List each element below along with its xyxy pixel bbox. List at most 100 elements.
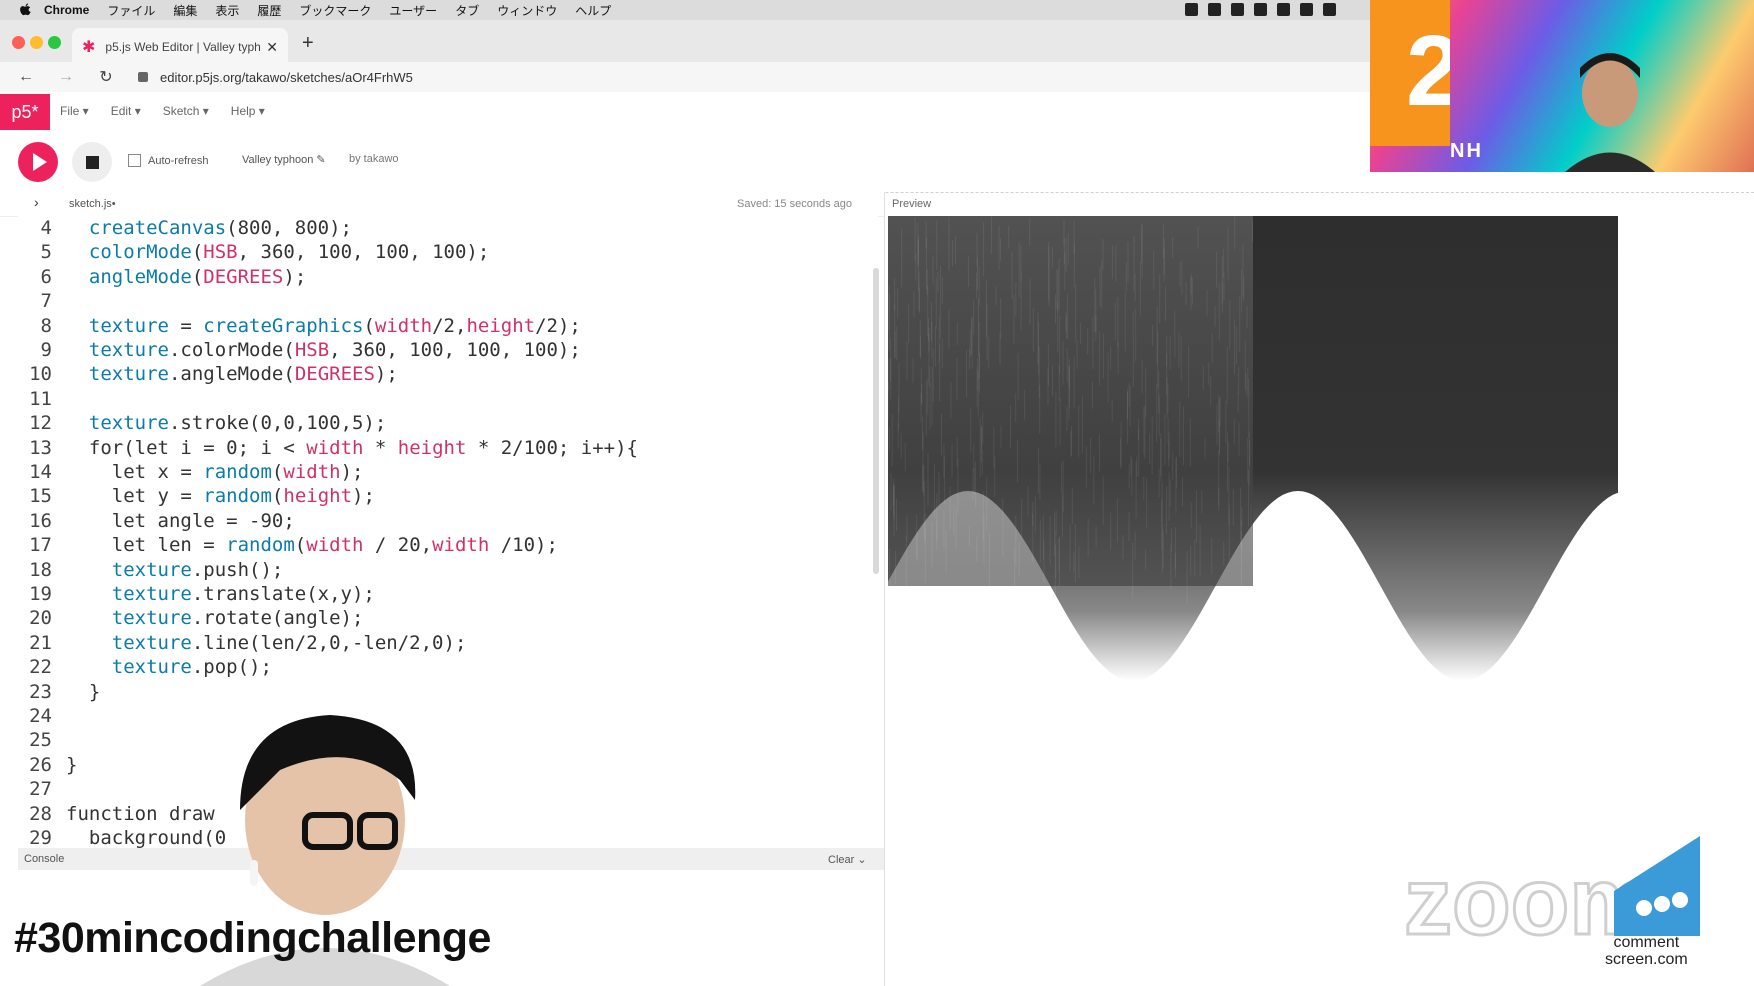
saved-status: Saved: 15 seconds ago <box>737 198 852 210</box>
arrow-icon[interactable] <box>1323 3 1336 16</box>
code-token: createGraphics <box>203 314 364 337</box>
code-token: .pop(); <box>191 656 272 679</box>
code-text: texture.rotate(angle); <box>66 606 364 630</box>
p5-menu-sketch[interactable]: Sketch ▾ <box>163 104 209 118</box>
line-number: 14 <box>29 461 52 483</box>
editor-scrollbar[interactable] <box>873 268 879 574</box>
code-token: for(let i = 0; i < <box>66 436 307 459</box>
presenter-webcam-figure <box>1565 53 1655 172</box>
user-icon[interactable] <box>1231 3 1244 16</box>
menubar-item-file[interactable]: ファイル <box>107 2 155 19</box>
clipboard-icon[interactable] <box>1208 3 1221 16</box>
line-number: 13 <box>29 436 52 459</box>
play-button[interactable] <box>18 142 58 182</box>
window-zoom-button[interactable] <box>48 36 61 49</box>
code-token: random <box>203 461 272 483</box>
sketch-author[interactable]: by takawo <box>349 153 399 165</box>
code-token: ); <box>352 485 375 508</box>
browser-tab-active[interactable]: ✱ p5.js Web Editor | Valley typh ✕ <box>72 28 288 66</box>
menubar-tray <box>1185 3 1336 16</box>
code-token: height <box>283 485 353 508</box>
apple-icon[interactable] <box>18 3 34 17</box>
zoom-caption-line-1: comment <box>1613 934 1680 951</box>
line-number: 15 <box>29 485 52 508</box>
url-field[interactable]: editor.p5js.org/takawo/sketches/aOr4FrhW… <box>160 70 413 85</box>
code-token: ( <box>271 485 284 508</box>
code-token: width <box>306 534 364 557</box>
code-text: function draw <box>66 802 215 826</box>
menubar-item-window[interactable]: ウィンドウ <box>497 2 557 19</box>
code-token: .line(len/2,0,-len/2,0); <box>191 631 467 654</box>
code-token: } <box>66 680 101 703</box>
code-token: .rotate(angle); <box>191 607 364 630</box>
file-name: sketch.js• <box>69 198 116 210</box>
sketch-preview <box>888 216 1618 786</box>
reload-icon[interactable]: ↻ <box>92 67 120 87</box>
code-text: let x = random(width); <box>66 460 364 484</box>
stop-button[interactable] <box>72 142 112 182</box>
editor-file-bar: › sketch.js• Saved: 15 seconds ago <box>0 192 885 217</box>
code-text: texture.colorMode(HSB, 360, 100, 100, 10… <box>66 338 581 362</box>
console-clear-button[interactable]: Clear ⌄ <box>828 853 867 866</box>
dropbox-icon[interactable] <box>1185 3 1198 16</box>
orange-digit: 2 <box>1406 15 1450 127</box>
code-token: let angle = -90; <box>66 509 295 532</box>
menubar-item-edit[interactable]: 編集 <box>173 2 197 19</box>
p5-menu-file[interactable]: File ▾ <box>60 104 89 118</box>
line-number: 10 <box>29 363 52 386</box>
p5-logo[interactable]: p5* <box>0 94 50 130</box>
menubar-item-user[interactable]: ユーザー <box>389 2 437 19</box>
line-number: 24 <box>29 705 52 727</box>
menubar-app-name[interactable]: Chrome <box>44 3 89 17</box>
line-number: 22 <box>29 656 52 679</box>
tab-close-icon[interactable]: ✕ <box>266 39 278 56</box>
line-number: 23 <box>29 680 52 703</box>
code-token: ); <box>340 461 364 483</box>
p5-favicon-icon: ✱ <box>82 39 96 56</box>
code-token: (800, 800); <box>226 217 353 239</box>
line-number: 5 <box>40 241 52 264</box>
back-icon[interactable]: ← <box>12 68 40 86</box>
p5-menu-help[interactable]: Help ▾ <box>231 104 265 118</box>
window-close-button[interactable] <box>12 36 25 49</box>
forward-icon[interactable]: → <box>52 68 80 86</box>
network-icon[interactable] <box>1254 3 1267 16</box>
lock-icon <box>138 72 148 82</box>
code-text: createCanvas(800, 800); <box>66 216 352 240</box>
line-number: 20 <box>29 607 52 630</box>
code-token: width <box>432 534 490 557</box>
code-text: } <box>66 680 100 704</box>
line-number: 8 <box>40 314 52 337</box>
preview-label: Preview <box>892 198 932 210</box>
console-clear-label: Clear <box>828 854 855 866</box>
p5-menu-edit[interactable]: Edit ▾ <box>111 104 141 118</box>
sidebar-toggle-icon[interactable]: › <box>34 194 39 210</box>
new-tab-icon[interactable]: + <box>302 32 314 55</box>
code-token: ( <box>191 265 204 288</box>
line-number: 6 <box>40 265 52 288</box>
auto-refresh-checkbox[interactable] <box>128 154 141 167</box>
code-text: texture = createGraphics(width/2,height/… <box>66 314 581 338</box>
window-minimize-button[interactable] <box>30 36 43 49</box>
line-number: 27 <box>29 778 52 801</box>
menubar-item-bookmarks[interactable]: ブックマーク <box>299 2 371 19</box>
code-token: texture <box>111 558 192 581</box>
sketch-name[interactable]: Valley typhoon ✎ <box>242 153 326 166</box>
bell-icon[interactable] <box>1277 3 1290 16</box>
code-token: ( <box>294 534 307 557</box>
menubar-item-tab[interactable]: タブ <box>455 2 479 19</box>
menubar-item-history[interactable]: 履歴 <box>257 2 281 19</box>
window-icon[interactable] <box>1300 3 1313 16</box>
code-token: width <box>306 436 364 459</box>
presenter-initials: NH <box>1450 140 1483 162</box>
auto-refresh-toggle[interactable]: Auto-refresh <box>128 154 209 167</box>
menubar-item-view[interactable]: 表示 <box>215 2 239 19</box>
pane-divider[interactable] <box>884 192 885 986</box>
menubar-item-help[interactable]: ヘルプ <box>575 2 611 19</box>
code-token: = <box>168 314 204 337</box>
